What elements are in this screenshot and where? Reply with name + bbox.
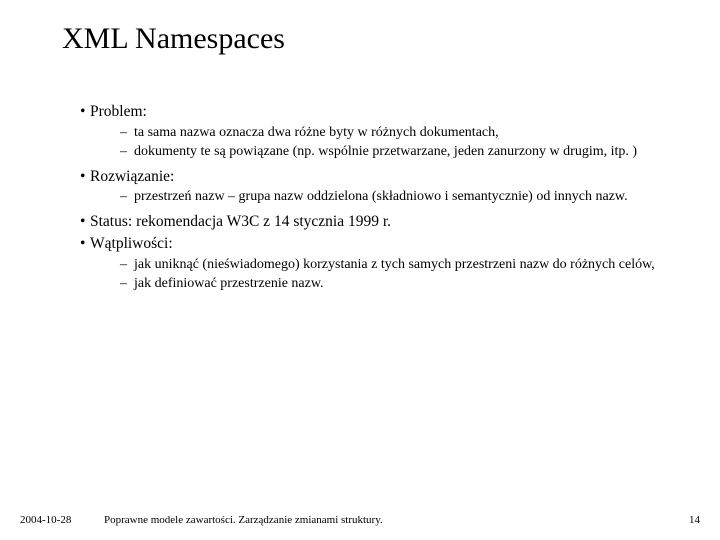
sub-bullet-item: dokumenty te są powiązane (np. wspólnie … [120, 143, 662, 161]
bullet-item: Problem: ta sama nazwa oznacza dwa różne… [80, 102, 662, 161]
sub-bullet-list: jak uniknąć (nieświadomego) korzystania … [80, 256, 662, 293]
sub-bullet-item: przestrzeń nazw – grupa nazw oddzielona … [120, 188, 662, 206]
sub-bullet-item: jak uniknąć (nieświadomego) korzystania … [120, 256, 662, 274]
bullet-label: Problem: [80, 102, 147, 122]
slide: XML Namespaces Problem: ta sama nazwa oz… [0, 0, 720, 540]
footer-page-number: 14 [689, 514, 700, 526]
sub-bullet-list: przestrzeń nazw – grupa nazw oddzielona … [80, 188, 662, 206]
sub-bullet-list: ta sama nazwa oznacza dwa różne byty w r… [80, 124, 662, 161]
slide-body: Problem: ta sama nazwa oznacza dwa różne… [62, 102, 662, 299]
bullet-label: Status: rekomendacja W3C z 14 stycznia 1… [80, 212, 391, 232]
bullet-label: Wątpliwości: [80, 234, 173, 254]
sub-bullet-item: jak definiować przestrzenie nazw. [120, 275, 662, 293]
bullet-label: Rozwiązanie: [80, 167, 174, 187]
footer-title: Poprawne modele zawartości. Zarządzanie … [104, 514, 383, 526]
bullet-item: Status: rekomendacja W3C z 14 stycznia 1… [80, 212, 662, 232]
sub-bullet-item: ta sama nazwa oznacza dwa różne byty w r… [120, 124, 662, 142]
bullet-list: Problem: ta sama nazwa oznacza dwa różne… [62, 102, 662, 293]
bullet-item: Rozwiązanie: przestrzeń nazw – grupa naz… [80, 167, 662, 207]
footer-date: 2004-10-28 [20, 514, 71, 526]
slide-title: XML Namespaces [62, 22, 285, 56]
bullet-item: Wątpliwości: jak uniknąć (nieświadomego)… [80, 234, 662, 293]
